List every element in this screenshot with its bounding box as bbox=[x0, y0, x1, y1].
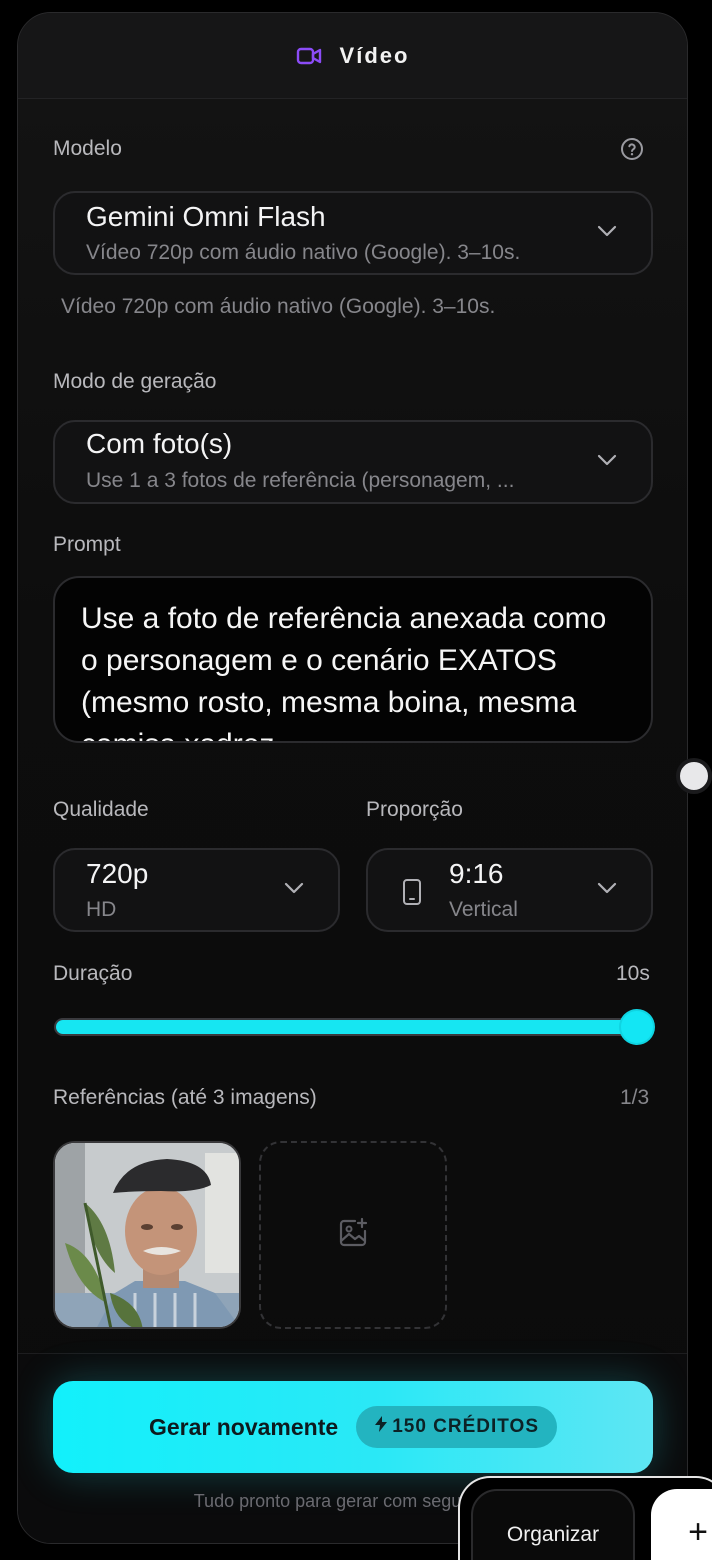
reference-photo bbox=[55, 1143, 239, 1327]
model-description: Vídeo 720p com áudio nativo (Google). 3–… bbox=[86, 241, 521, 264]
duration-slider-track[interactable] bbox=[54, 1018, 651, 1036]
panel-header: Vídeo bbox=[18, 13, 687, 99]
ratio-selected: 9:16 bbox=[449, 858, 504, 889]
references-label: Referências (até 3 imagens) bbox=[53, 1086, 317, 1109]
add-button[interactable]: + bbox=[651, 1489, 712, 1560]
mode-select[interactable]: Com foto(s) Use 1 a 3 fotos de referênci… bbox=[53, 420, 653, 504]
model-label: Modelo bbox=[53, 137, 122, 160]
duration-slider-thumb[interactable] bbox=[621, 1011, 653, 1043]
quality-select[interactable]: 720p HD bbox=[53, 848, 340, 932]
mode-selected: Com foto(s) bbox=[86, 428, 233, 459]
chevron-down-icon bbox=[597, 881, 617, 899]
duration-label: Duração bbox=[53, 962, 133, 985]
prompt-label: Prompt bbox=[53, 533, 121, 556]
duration-value: 10s bbox=[616, 962, 650, 985]
duration-slider-fill bbox=[56, 1020, 649, 1034]
chevron-down-icon bbox=[597, 224, 617, 242]
chevron-down-icon bbox=[597, 453, 617, 471]
ratio-label: Proporção bbox=[366, 798, 463, 821]
regenerate-label: Gerar novamente bbox=[148, 1413, 339, 1440]
help-icon[interactable] bbox=[620, 137, 644, 166]
model-hint: Vídeo 720p com áudio nativo (Google). 3–… bbox=[61, 295, 496, 318]
chevron-down-icon bbox=[284, 881, 304, 899]
regenerate-button[interactable]: Gerar novamente 150 CRÉDITOS bbox=[53, 1381, 653, 1473]
reference-image-thumbnail[interactable] bbox=[53, 1141, 241, 1329]
side-panel-toggle[interactable] bbox=[676, 758, 712, 794]
model-selected: Gemini Omni Flash bbox=[86, 201, 326, 232]
quality-selected: 720p bbox=[86, 858, 149, 889]
add-reference-image-button[interactable] bbox=[259, 1141, 447, 1329]
quality-label: Qualidade bbox=[53, 798, 149, 821]
panel-title: Vídeo bbox=[339, 42, 410, 68]
organize-button[interactable]: Organizar bbox=[471, 1489, 635, 1560]
mode-label: Modo de geração bbox=[53, 370, 217, 393]
credits-badge: 150 CRÉDITOS bbox=[356, 1406, 557, 1448]
quality-description: HD bbox=[86, 898, 117, 921]
phone-icon bbox=[402, 878, 422, 911]
prompt-text: Use a foto de referência anexada como o … bbox=[81, 602, 607, 741]
model-select[interactable]: Gemini Omni Flash Vídeo 720p com áudio n… bbox=[53, 191, 653, 275]
ratio-select[interactable]: 9:16 Vertical bbox=[366, 848, 653, 932]
video-settings-panel: Vídeo Modelo Gemini Omni Flash Vídeo 720… bbox=[17, 12, 688, 1544]
lightning-icon bbox=[374, 1415, 388, 1439]
video-camera-icon bbox=[296, 46, 322, 66]
ratio-description: Vertical bbox=[449, 898, 518, 921]
credits-text: 150 CRÉDITOS bbox=[392, 1416, 539, 1437]
plus-icon: + bbox=[688, 1513, 708, 1551]
references-count: 1/3 bbox=[620, 1086, 650, 1109]
organize-label: Organizar bbox=[506, 1523, 600, 1546]
image-plus-icon bbox=[337, 1217, 369, 1254]
prompt-textarea[interactable]: Use a foto de referência anexada como o … bbox=[53, 576, 653, 743]
mode-description: Use 1 a 3 fotos de referência (personage… bbox=[86, 469, 515, 492]
